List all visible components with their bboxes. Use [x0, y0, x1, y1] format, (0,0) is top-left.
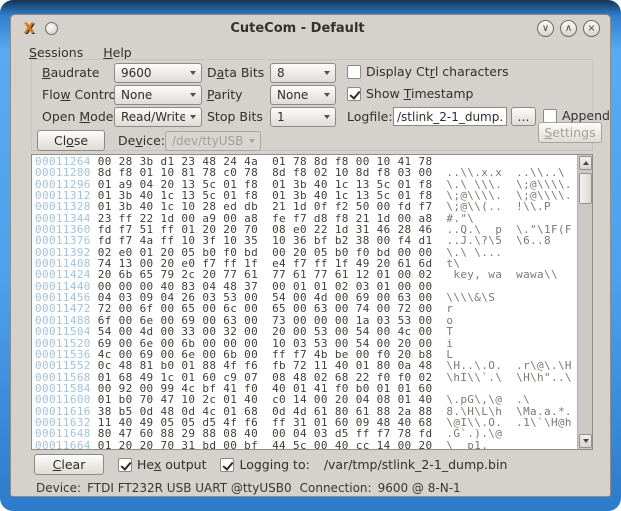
hex-output-label: Hex output	[137, 457, 207, 472]
statusbar: Device: FTDI FT232R USB UART @ttyUSB0 Co…	[36, 481, 461, 495]
stop-bits-label: Stop Bits	[207, 109, 263, 124]
row-openmode: Open Mode Read/Write Stop Bits 1 Logfile…	[32, 107, 610, 127]
flow-control-combo[interactable]: None	[114, 85, 202, 105]
triangle-up-icon	[582, 161, 589, 165]
chevron-down-icon	[190, 115, 196, 119]
status-connection-label: Connection:	[299, 481, 372, 495]
append-label: Append	[562, 108, 610, 123]
sticky-button[interactable]	[45, 22, 58, 35]
logfile-input[interactable]	[393, 107, 507, 126]
close-button[interactable]: Cl o se	[37, 130, 105, 151]
baudrate-combo[interactable]: 9600	[114, 63, 202, 83]
chevron-down-icon	[190, 93, 196, 97]
log-file-path: /var/tmp/stlink_2-1_dump.bin	[323, 457, 508, 472]
checkbox-box[interactable]	[220, 457, 235, 472]
status-connection-value: 9600 @ 8-N-1	[377, 481, 461, 495]
titlebar[interactable]: X CuteCom - Default ∨ ∧ ×	[11, 15, 610, 42]
databits-label: Data Bits	[207, 65, 265, 80]
cutecom-window: X CuteCom - Default ∨ ∧ × Sessions Help …	[10, 14, 611, 497]
bottom-controls: Clear Hex output Logging to: /var/tmp/st…	[34, 454, 507, 475]
row-device: Cl o se Device: /dev/ttyUSB0	[32, 130, 592, 152]
checkbox-box[interactable]	[118, 457, 132, 472]
clear-button[interactable]: Clear	[34, 454, 104, 475]
chevron-down-icon	[190, 71, 196, 75]
row-flow: Flow Control None Parity None Show Times…	[32, 85, 592, 105]
settings-button: Settings	[538, 122, 602, 143]
chevron-down-icon	[324, 115, 330, 119]
parity-label: Parity	[207, 87, 243, 102]
open-mode-combo[interactable]: Read/Write	[114, 107, 202, 127]
row-baudrate: Baudrate 9600 Data Bits 8 Display Ctrl c…	[32, 63, 592, 83]
databits-combo[interactable]: 8	[270, 63, 336, 83]
flow-control-label: Flow Control	[42, 87, 120, 102]
chevron-down-icon	[324, 71, 330, 75]
maximize-icon[interactable]: ∧	[560, 20, 577, 37]
checkbox-box[interactable]	[347, 86, 361, 101]
show-timestamp-checkbox[interactable]: Show Timestamp	[347, 86, 474, 101]
device-label: Device:	[118, 133, 165, 148]
device-combo: /dev/ttyUSB0	[165, 131, 261, 151]
hex-output-checkbox[interactable]: Hex output	[118, 457, 206, 472]
logging-checkbox[interactable]: Logging to:	[220, 457, 310, 472]
baudrate-label: Baudrate	[42, 65, 100, 80]
status-device-label: Device:	[36, 481, 82, 495]
vertical-scrollbar[interactable]	[577, 155, 592, 449]
open-mode-label: Open Mode	[42, 109, 114, 124]
scrollbar-thumb[interactable]	[579, 173, 592, 204]
chevron-down-icon	[249, 139, 255, 143]
status-device-value: FTDI FT232R USB UART @ttyUSB0	[87, 481, 292, 495]
chevron-down-icon	[324, 93, 330, 97]
show-timestamp-label: Show Timestamp	[366, 86, 474, 101]
hex-output-view[interactable]: 00011264 00 28 3b d1 23 48 24 4a 01 78 8…	[31, 154, 593, 450]
scroll-up-button[interactable]	[579, 156, 592, 170]
hex-lines: 00011264 00 28 3b d1 23 48 24 4a 01 78 8…	[32, 156, 576, 449]
app-icon: X	[23, 20, 35, 37]
scroll-down-button[interactable]	[579, 434, 592, 448]
window-title: CuteCom - Default	[230, 21, 365, 36]
stop-bits-combo[interactable]: 1	[270, 107, 336, 127]
logging-label: Logging to:	[239, 457, 310, 472]
checkbox-box[interactable]	[347, 64, 361, 79]
hex-line: 00011664 01 20 20 70 31 bd 00 bf 44 5c 0…	[35, 438, 489, 450]
close-icon[interactable]: ×	[583, 20, 600, 37]
minimize-icon[interactable]: ∨	[537, 20, 554, 37]
display-ctrl-checkbox[interactable]: Display Ctrl characters	[347, 64, 509, 79]
checkbox-box[interactable]	[543, 108, 557, 123]
triangle-down-icon	[582, 439, 589, 443]
display-ctrl-label: Display Ctrl characters	[366, 64, 509, 79]
parity-combo[interactable]: None	[270, 85, 336, 105]
append-checkbox[interactable]: Append	[543, 108, 610, 123]
window-frame: X CuteCom - Default ∨ ∧ × Sessions Help …	[0, 0, 621, 511]
settings-panel: Baudrate 9600 Data Bits 8 Display Ctrl c…	[31, 59, 610, 152]
logfile-browse-button[interactable]: ...	[511, 107, 536, 126]
logfile-label: Logfile:	[347, 109, 393, 124]
